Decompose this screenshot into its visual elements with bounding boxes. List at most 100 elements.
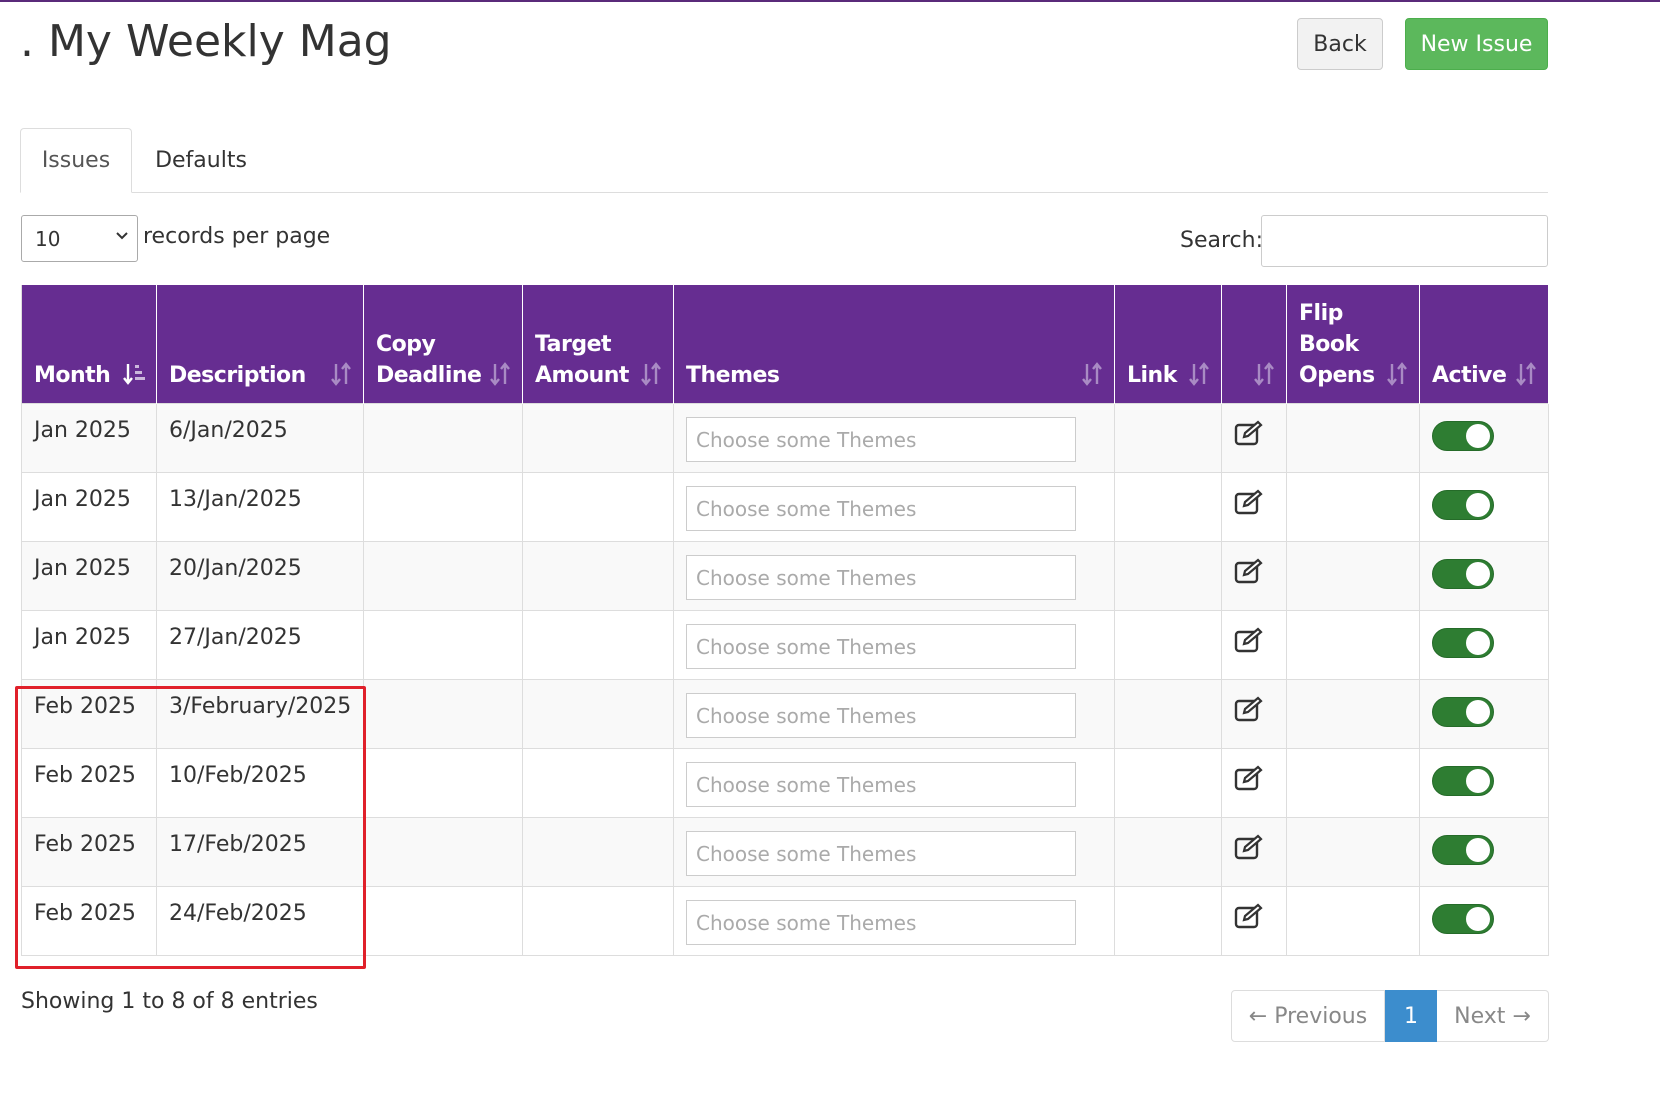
cell-link [1114,886,1222,956]
toggle-knob [1466,631,1490,655]
edit-icon[interactable] [1234,420,1264,446]
cell-flip-book-opens [1286,541,1420,611]
cell-themes: Choose some Themes [673,472,1115,542]
active-toggle[interactable] [1432,628,1494,658]
sort-arrows-icon [1254,362,1274,386]
issues-table: Month Description Copy Deadline Target A… [21,285,1549,956]
toggle-knob [1466,493,1490,517]
column-label: Active [1432,363,1507,388]
column-header-link[interactable]: Link [1114,285,1222,404]
active-toggle[interactable] [1432,697,1494,727]
column-header-flip-book-opens[interactable]: Flip Book Opens [1286,285,1420,404]
cell-link [1114,610,1222,680]
toggle-knob [1466,769,1490,793]
themes-input[interactable]: Choose some Themes [686,555,1076,600]
back-button[interactable]: Back [1297,18,1383,70]
themes-input[interactable]: Choose some Themes [686,831,1076,876]
page-title: . My Weekly Mag [20,16,392,67]
table-row: Feb 2025 24/Feb/2025 Choose some Themes [21,886,1549,956]
themes-input[interactable]: Choose some Themes [686,693,1076,738]
cell-themes: Choose some Themes [673,679,1115,749]
cell-target-amount [522,541,674,611]
sort-arrows-icon [1516,362,1536,386]
sort-arrows-icon [1189,362,1209,386]
cell-description: 27/Jan/2025 [156,610,364,680]
column-label: Target Amount [535,332,629,388]
cell-copy-deadline [363,610,523,680]
table-header-row: Month Description Copy Deadline Target A… [21,285,1549,404]
chevron-down-icon [116,232,128,240]
active-toggle[interactable] [1432,559,1494,589]
previous-page-button[interactable]: ← Previous [1231,990,1385,1042]
cell-edit [1221,679,1287,749]
toggle-knob [1466,562,1490,586]
cell-themes: Choose some Themes [673,748,1115,818]
themes-input[interactable]: Choose some Themes [686,762,1076,807]
column-label: Themes [686,363,780,388]
themes-input[interactable]: Choose some Themes [686,417,1076,462]
sort-arrows-icon [490,362,510,386]
themes-input[interactable]: Choose some Themes [686,624,1076,669]
themes-input[interactable]: Choose some Themes [686,900,1076,945]
tab-issues[interactable]: Issues [20,128,132,193]
column-header-month[interactable]: Month [21,285,157,404]
column-header-active[interactable]: Active [1419,285,1549,404]
cell-flip-book-opens [1286,886,1420,956]
cell-flip-book-opens [1286,610,1420,680]
cell-active [1419,541,1549,611]
cell-target-amount [522,472,674,542]
tab-bar: Issues Defaults [20,128,1548,193]
cell-edit [1221,541,1287,611]
active-toggle[interactable] [1432,835,1494,865]
edit-icon[interactable] [1234,696,1264,722]
column-label: Link [1127,363,1177,388]
column-header-target-amount[interactable]: Target Amount [522,285,674,404]
next-page-button[interactable]: Next → [1437,990,1549,1042]
records-per-page-select[interactable]: 10 [21,215,138,262]
cell-link [1114,817,1222,887]
sort-arrows-icon [331,362,351,386]
new-issue-button[interactable]: New Issue [1405,18,1548,70]
edit-icon[interactable] [1234,627,1264,653]
cell-description: 24/Feb/2025 [156,886,364,956]
column-header-description[interactable]: Description [156,285,364,404]
edit-icon[interactable] [1234,558,1264,584]
active-toggle[interactable] [1432,766,1494,796]
cell-active [1419,748,1549,818]
cell-edit [1221,610,1287,680]
column-header-copy-deadline[interactable]: Copy Deadline [363,285,523,404]
column-header-edit[interactable] [1221,285,1287,404]
tab-defaults[interactable]: Defaults [142,128,260,192]
column-label: Flip Book Opens [1299,301,1375,388]
column-label: Copy Deadline [376,332,482,388]
active-toggle[interactable] [1432,904,1494,934]
active-toggle[interactable] [1432,490,1494,520]
pagination: ← Previous 1 Next → [1231,990,1549,1042]
cell-active [1419,679,1549,749]
cell-month: Jan 2025 [21,610,157,680]
table-row: Jan 2025 6/Jan/2025 Choose some Themes [21,403,1549,473]
search-input[interactable] [1261,215,1548,267]
page-1-button[interactable]: 1 [1385,990,1437,1042]
cell-themes: Choose some Themes [673,886,1115,956]
edit-icon[interactable] [1234,903,1264,929]
table-row: Jan 2025 20/Jan/2025 Choose some Themes [21,541,1549,611]
cell-description: 10/Feb/2025 [156,748,364,818]
cell-copy-deadline [363,541,523,611]
cell-edit [1221,472,1287,542]
active-toggle[interactable] [1432,421,1494,451]
cell-link [1114,472,1222,542]
edit-icon[interactable] [1234,489,1264,515]
cell-flip-book-opens [1286,748,1420,818]
column-header-themes[interactable]: Themes [673,285,1115,404]
cell-copy-deadline [363,679,523,749]
sort-arrows-icon [1387,362,1407,386]
cell-link [1114,679,1222,749]
themes-input[interactable]: Choose some Themes [686,486,1076,531]
cell-description: 13/Jan/2025 [156,472,364,542]
toggle-knob [1466,700,1490,724]
cell-active [1419,886,1549,956]
edit-icon[interactable] [1234,834,1264,860]
toggle-knob [1466,907,1490,931]
edit-icon[interactable] [1234,765,1264,791]
